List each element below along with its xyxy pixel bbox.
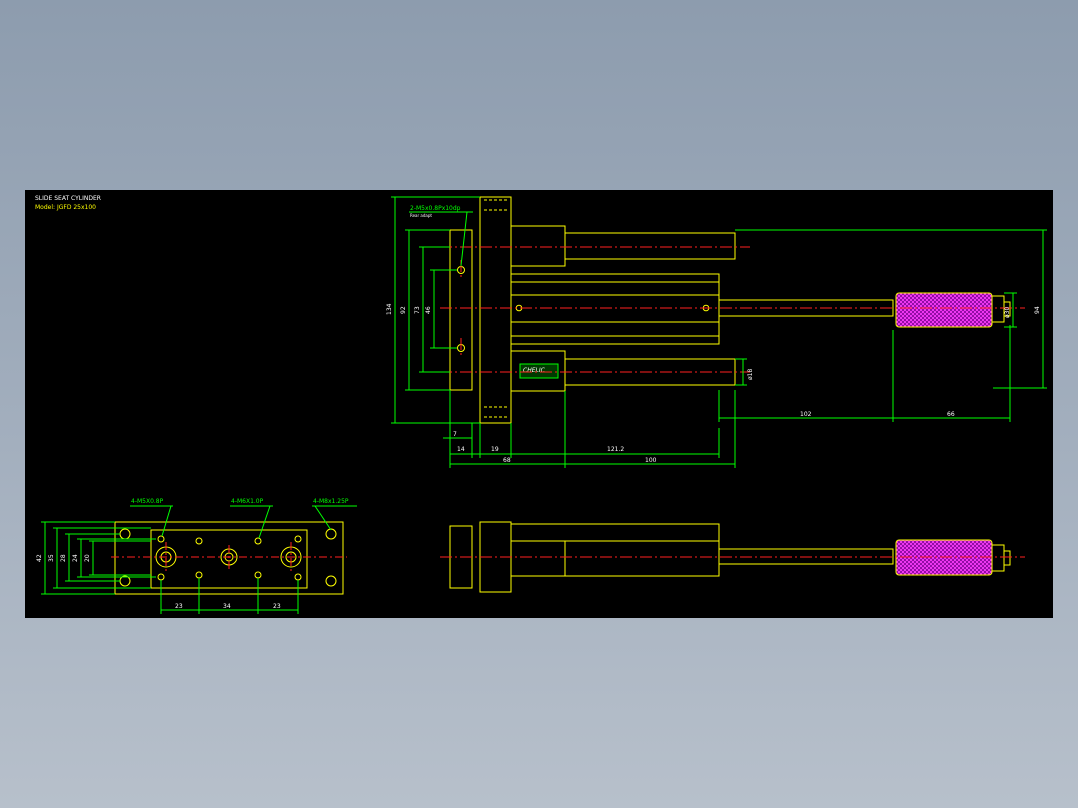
dim-34: 34 [223, 603, 231, 610]
rear-plate [449, 229, 473, 391]
dim-66: 66 [947, 411, 955, 418]
dim-20: 20 [84, 554, 91, 562]
dim-92: 92 [400, 306, 407, 314]
brand-text: CHELIC [523, 367, 546, 374]
centerlines-bottom [111, 542, 347, 572]
dim-28: 28 [60, 554, 67, 562]
cylinder-body [510, 273, 720, 345]
bottom-m5-callout: 4-M5X0.8P [131, 498, 164, 505]
dim-7: 7 [453, 431, 457, 438]
dim-19: 19 [491, 446, 499, 453]
dim-94: 94 [1034, 306, 1041, 314]
knurled-grip [895, 292, 993, 328]
bottom-m6-callout: 4-M6X1.0P [231, 498, 264, 505]
dim-24: 24 [72, 554, 79, 562]
cad-drawing: SLIDE SEAT CYLINDER Model: JGFD 25x100 C… [35, 195, 1047, 614]
dim-14: 14 [457, 446, 465, 453]
drawing-title: SLIDE SEAT CYLINDER [35, 195, 101, 202]
dim-46: 46 [425, 306, 432, 314]
bottom-m8-callout: 4-M8x1.25P [313, 498, 349, 505]
front-plate [479, 196, 512, 424]
dim-23a: 23 [175, 603, 183, 610]
top-thread-callout: 2-M5x0.8Px10dp [410, 205, 461, 212]
dim-42: 42 [36, 554, 43, 562]
dim-121: 121.2 [607, 446, 624, 453]
dim-68: 68 [503, 457, 511, 464]
dim-dia30: ø30 [1004, 307, 1011, 318]
top-thread-note: Rear adapt [410, 213, 432, 218]
dim-35: 35 [48, 554, 55, 562]
dim-134: 134 [386, 303, 393, 315]
dim-73: 73 [414, 306, 421, 314]
drawing-sheet: SLIDE SEAT CYLINDER Model: JGFD 25x100 C… [25, 190, 1053, 618]
upper-guide-rod [564, 232, 736, 260]
upper-guide-boss [510, 225, 566, 267]
dim-23b: 23 [273, 603, 281, 610]
dim-100: 100 [645, 457, 657, 464]
drawing-model: Model: JGFD 25x100 [35, 204, 96, 211]
dim-102: 102 [800, 411, 812, 418]
dim-dia18: ø18 [747, 369, 754, 380]
